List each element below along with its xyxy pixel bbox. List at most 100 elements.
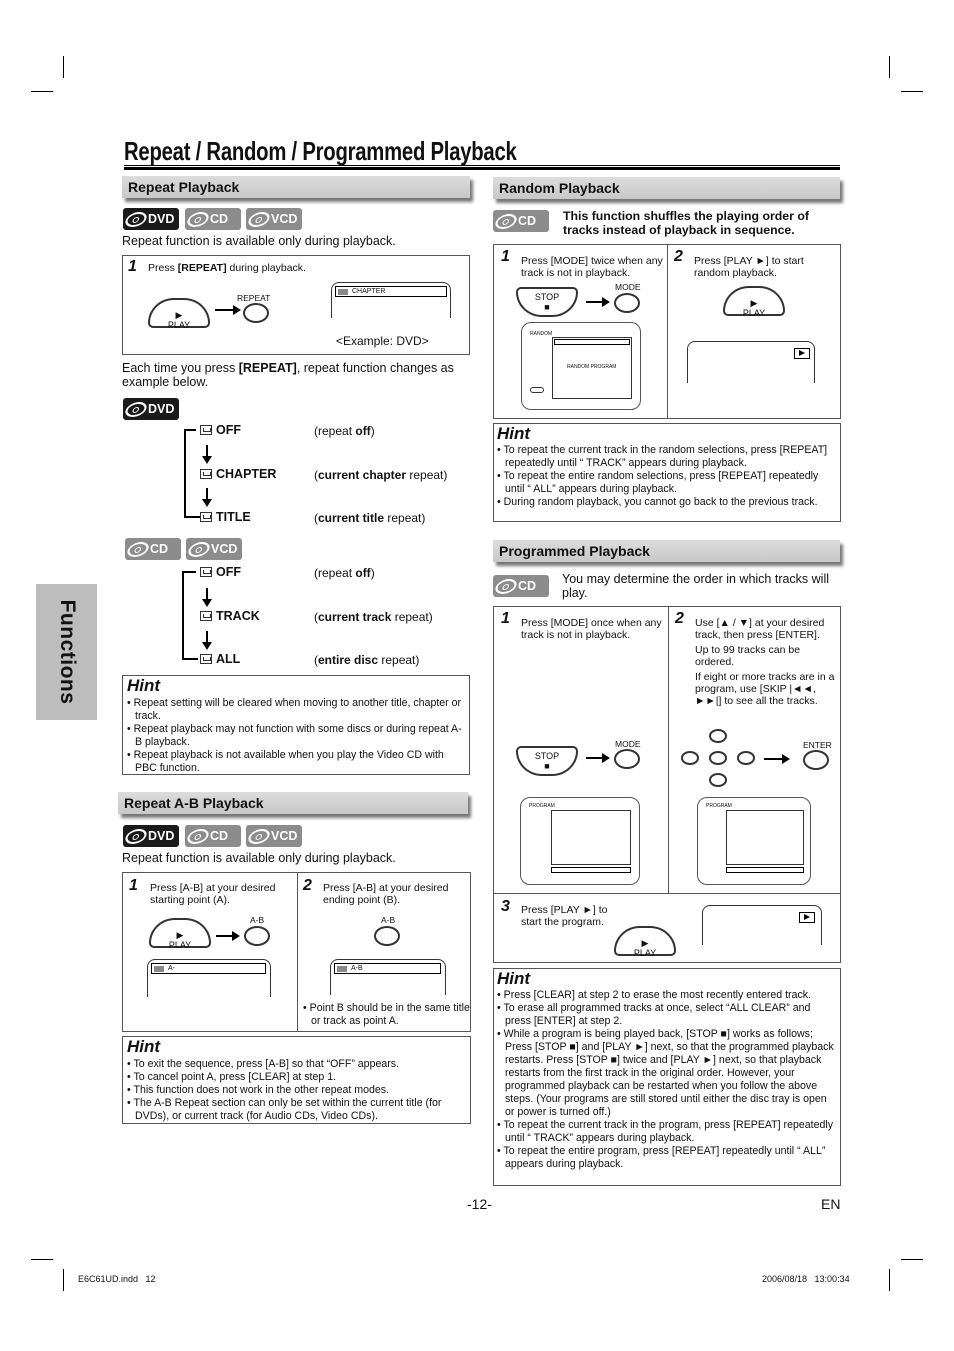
disc-icon [185, 541, 213, 557]
crop-mark [889, 56, 890, 78]
osd-panel [551, 810, 631, 865]
hint-title: Hint [127, 676, 161, 695]
step-number: 2 [675, 610, 684, 627]
hint-item: Press [CLEAR] at step 2 to erase the mos… [497, 989, 839, 1002]
disc-icon [184, 828, 212, 844]
tv-screen: PROGRAM [697, 797, 811, 885]
disc-icon [492, 578, 520, 594]
play-button[interactable]: ▶ PLAY [149, 918, 211, 950]
step-text: Press [PLAY ►] to start random playback. [694, 255, 804, 279]
crop-mark [31, 91, 53, 92]
divider [494, 893, 840, 894]
repeat-icon [200, 512, 212, 522]
up-button[interactable] [709, 729, 727, 743]
repeat-mode-all: ALL [200, 652, 240, 666]
step-number: 1 [501, 248, 510, 265]
repeat-mode-off: OFF [200, 565, 241, 579]
availability-note: Repeat function is available only during… [122, 851, 396, 865]
page-title: Repeat / Random / Programmed Playback [124, 136, 517, 166]
step-number: 1 [501, 610, 510, 627]
osd-title: PROGRAM [529, 803, 555, 809]
button-label: PLAY [633, 948, 657, 958]
flow-line [184, 429, 196, 431]
hint-item: To repeat the entire random selections, … [497, 470, 839, 496]
repeat-mode-off: OFF [200, 423, 241, 437]
hint-item: To repeat the entire program, press [REP… [497, 1145, 839, 1171]
crop-mark [63, 1269, 64, 1291]
hint-list: Repeat setting will be cleared when movi… [127, 697, 465, 775]
hint-item: Repeat playback may not function with so… [127, 723, 465, 749]
button-label: PLAY [167, 320, 191, 330]
enter-button-small[interactable] [709, 751, 727, 765]
section-heading-program: Programmed Playback [493, 540, 840, 562]
stop-button[interactable]: STOP ■ [516, 287, 578, 317]
hint-item: To repeat the current track in the progr… [497, 1119, 839, 1145]
left-button[interactable] [681, 751, 699, 765]
flow-line [182, 571, 184, 660]
hint-list: To exit the sequence, press [A-B] so tha… [127, 1058, 467, 1123]
play-button[interactable]: ▶ PLAY [148, 298, 210, 330]
disc-icon [122, 828, 150, 844]
hint-box-ab: Hint To exit the sequence, press [A-B] s… [122, 1036, 471, 1124]
cd-badge: CD [184, 825, 241, 847]
hint-item: This function does not work in the other… [127, 1084, 467, 1097]
osd-title: PROGRAM [706, 803, 732, 809]
crop-mark [63, 56, 64, 78]
stop-button[interactable]: STOP ■ [516, 746, 578, 776]
button-label: MODE [615, 739, 641, 749]
play-indicator-icon [794, 348, 810, 359]
ab-button[interactable] [374, 926, 400, 946]
vcd-badge: VCD [245, 825, 302, 847]
hint-title: Hint [497, 424, 531, 443]
vcd-badge: VCD [185, 538, 242, 560]
dvd-badge: DVD [122, 398, 179, 420]
arrow-icon [215, 305, 241, 315]
badge-label: CD [210, 829, 229, 843]
flow-line [182, 658, 198, 660]
play-button[interactable]: ▶ PLAY [723, 286, 785, 318]
step-text: Press [MODE] twice when any track is not… [521, 255, 663, 279]
step-number: 1 [129, 877, 138, 894]
button-label: REPEAT [237, 293, 271, 303]
enter-button[interactable] [803, 750, 829, 770]
hint-box-repeat: Hint Repeat setting will be cleared when… [122, 675, 470, 775]
flow-line [184, 516, 200, 518]
ab-button[interactable] [244, 926, 270, 946]
crop-mark [901, 91, 923, 92]
osd-text: A- [168, 965, 175, 972]
section-heading-repeat: Repeat Playback [122, 176, 470, 198]
cd-badge: CD [124, 538, 181, 560]
osd-panel: RANDOM PROGRAM [552, 337, 632, 399]
button-label: PLAY [742, 308, 766, 318]
repeat-mode-track: TRACK [200, 609, 260, 623]
play-button[interactable]: ▶ PLAY [614, 926, 676, 958]
down-button[interactable] [709, 773, 727, 787]
disc-icon [184, 211, 212, 227]
crop-mark [901, 1259, 923, 1260]
badge-label: DVD [148, 402, 175, 416]
arrow-icon [586, 297, 610, 307]
language-label: EN [821, 1196, 841, 1212]
badge-label: CD [210, 212, 229, 226]
badge-label: DVD [148, 212, 175, 226]
vcd-badge: VCD [245, 208, 302, 230]
repeat-icon [200, 654, 212, 664]
badge-label: VCD [271, 212, 298, 226]
repeat-icon [154, 966, 164, 972]
mode-button[interactable] [614, 293, 640, 313]
stop-icon: ■ [544, 761, 550, 771]
hint-item: While a program is being played back, [S… [497, 1028, 839, 1119]
play-icon: ▶ [176, 930, 184, 940]
button-label: MODE [615, 282, 641, 292]
repeat-button[interactable] [243, 303, 269, 323]
osd-title: RANDOM [530, 331, 553, 337]
play-icon: ▶ [750, 298, 758, 308]
tv-screen: A-B [330, 959, 446, 995]
right-button[interactable] [737, 751, 755, 765]
mode-button[interactable] [614, 749, 640, 769]
play-icon: ▶ [175, 310, 183, 320]
hint-box-random: Hint To repeat the current track in the … [493, 423, 841, 522]
divider [297, 873, 298, 1031]
osd-text: RANDOM PROGRAM [567, 364, 617, 370]
down-arrow-icon [202, 631, 212, 650]
